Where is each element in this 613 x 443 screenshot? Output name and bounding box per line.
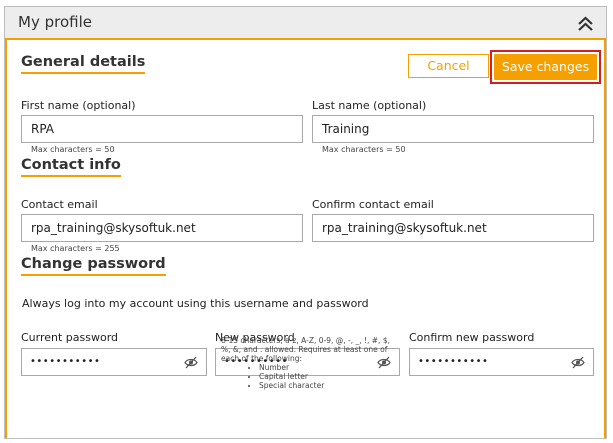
cancel-button[interactable]: Cancel — [408, 54, 489, 78]
first-name-input[interactable]: RPA — [21, 115, 303, 143]
contact-email-hint: Max characters = 255 — [31, 244, 120, 253]
eye-slash-icon[interactable] — [571, 356, 585, 369]
contact-info-title: Contact info — [21, 157, 121, 177]
current-password-label: Current password — [21, 331, 119, 344]
last-name-input[interactable]: Training — [312, 115, 594, 143]
panel-header[interactable]: My profile — [5, 7, 606, 40]
save-changes-button[interactable]: Save changes — [494, 54, 597, 80]
password-requirements: 8-15 characters; a-z, A-Z, 0-9, @, -, _,… — [221, 336, 401, 390]
current-password-input[interactable]: ••••••••••• — [21, 348, 207, 376]
contact-email-input[interactable]: rpa_training@skysoftuk.net — [21, 214, 303, 242]
password-requirements-text: 8-15 characters; a-z, A-Z, 0-9, @, -, _,… — [221, 336, 390, 363]
general-details-title: General details — [21, 54, 146, 74]
current-password-value: ••••••••••• — [30, 356, 101, 367]
confirm-email-label: Confirm contact email — [312, 198, 434, 211]
confirm-password-input[interactable]: ••••••••••• — [409, 348, 594, 376]
eye-slash-icon[interactable] — [184, 356, 198, 369]
panel-title: My profile — [18, 13, 92, 31]
chevron-double-up-icon[interactable] — [577, 16, 594, 32]
last-name-hint: Max characters = 50 — [322, 145, 406, 154]
password-requirements-list: Number Capital letter Special character — [221, 363, 401, 390]
requirement-number: Number — [259, 363, 401, 372]
confirm-password-value: ••••••••••• — [418, 356, 489, 367]
contact-email-label: Contact email — [21, 198, 98, 211]
change-password-title: Change password — [21, 256, 166, 276]
requirement-capital-letter: Capital letter — [259, 372, 401, 381]
password-info-text: Always log into my account using this us… — [22, 297, 369, 310]
confirm-password-label: Confirm new password — [409, 331, 535, 344]
first-name-hint: Max characters = 50 — [31, 145, 115, 154]
requirement-special-character: Special character — [259, 381, 401, 390]
first-name-label: First name (optional) — [21, 99, 136, 112]
last-name-label: Last name (optional) — [312, 99, 427, 112]
confirm-email-input[interactable]: rpa_training@skysoftuk.net — [312, 214, 594, 242]
